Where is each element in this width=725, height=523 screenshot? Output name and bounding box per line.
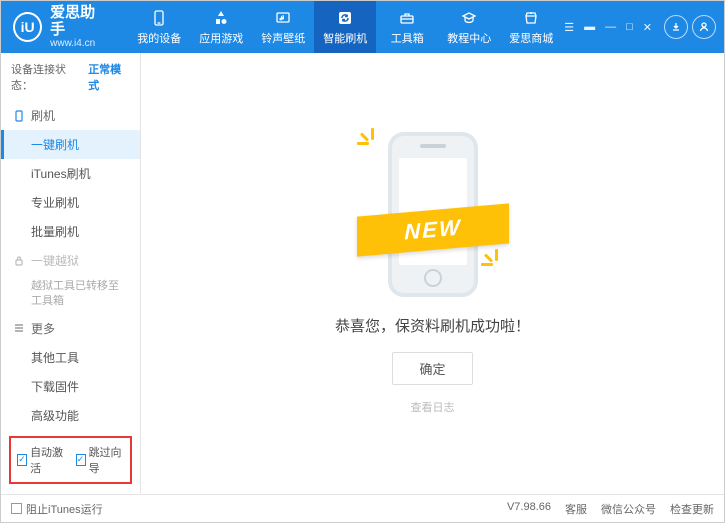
view-log-link[interactable]: 查看日志 bbox=[411, 399, 455, 415]
success-message: 恭喜您，保资料刷机成功啦！ bbox=[335, 315, 530, 336]
wechat-link[interactable]: 微信公众号 bbox=[601, 501, 656, 517]
checkbox-auto-activate[interactable]: ✓自动激活 bbox=[17, 444, 66, 476]
window-controls: ☰ ▬ — □ ✕ bbox=[562, 19, 654, 36]
section-flash[interactable]: 刷机 bbox=[1, 101, 140, 130]
logo-icon: iU bbox=[13, 12, 42, 42]
jailbreak-note: 越狱工具已转移至工具箱 bbox=[1, 275, 140, 314]
close-icon[interactable]: ✕ bbox=[641, 19, 654, 36]
list-icon bbox=[13, 322, 25, 334]
connection-status-row: 设备连接状态： 正常模式 bbox=[1, 53, 140, 101]
support-link[interactable]: 客服 bbox=[565, 501, 587, 517]
brand: 爱思助手 www.i4.cn bbox=[50, 5, 108, 49]
minimize-icon[interactable]: — bbox=[603, 19, 618, 36]
section-label: 更多 bbox=[31, 320, 55, 337]
conn-label: 设备连接状态： bbox=[11, 61, 84, 93]
nav-flash[interactable]: 智能刷机 bbox=[314, 1, 376, 53]
nav-label: 工具箱 bbox=[391, 30, 424, 46]
body: 设备连接状态： 正常模式 刷机 一键刷机 iTunes刷机 专业刷机 批量刷机 … bbox=[1, 53, 724, 494]
version-label: V7.98.66 bbox=[507, 501, 551, 517]
checkbox-skip-wizard[interactable]: ✓跳过向导 bbox=[76, 444, 125, 476]
nav-apps[interactable]: 应用游戏 bbox=[190, 1, 252, 53]
store-icon bbox=[522, 9, 540, 27]
refresh-icon bbox=[336, 9, 354, 27]
cb-label: 自动激活 bbox=[30, 444, 65, 476]
sidebar-item-itunes[interactable]: iTunes刷机 bbox=[1, 159, 140, 188]
nav-tutorial[interactable]: 教程中心 bbox=[438, 1, 500, 53]
sidebar-item-other[interactable]: 其他工具 bbox=[1, 343, 140, 372]
conn-status: 正常模式 bbox=[88, 61, 130, 93]
section-jailbreak[interactable]: 一键越狱 bbox=[1, 246, 140, 275]
brand-url: www.i4.cn bbox=[50, 38, 108, 49]
nav-toolbox[interactable]: 工具箱 bbox=[376, 1, 438, 53]
main-content: NEW 恭喜您，保资料刷机成功啦！ 确定 查看日志 bbox=[141, 53, 724, 494]
options-highlight: ✓自动激活 ✓跳过向导 bbox=[9, 436, 132, 484]
apps-icon bbox=[212, 9, 230, 27]
maximize-icon[interactable]: □ bbox=[624, 19, 635, 36]
sidebar-item-pro[interactable]: 专业刷机 bbox=[1, 188, 140, 217]
nav-label: 应用游戏 bbox=[199, 30, 243, 46]
top-nav: 我的设备 应用游戏 铃声壁纸 智能刷机 工具箱 教程中心 爱思商城 bbox=[128, 1, 562, 53]
checkbox-icon bbox=[11, 503, 22, 514]
sidebar-item-oneclick[interactable]: 一键刷机 bbox=[1, 130, 140, 159]
graduation-icon bbox=[460, 9, 478, 27]
sidebar: 设备连接状态： 正常模式 刷机 一键刷机 iTunes刷机 专业刷机 批量刷机 … bbox=[1, 53, 141, 494]
titlebar: iU 爱思助手 www.i4.cn 我的设备 应用游戏 铃声壁纸 智能刷机 工具… bbox=[1, 1, 724, 53]
nav-label: 教程中心 bbox=[447, 30, 491, 46]
cb-label: 跳过向导 bbox=[89, 444, 124, 476]
phone-icon bbox=[150, 9, 168, 27]
sparkle-icon bbox=[481, 249, 511, 279]
nav-label: 爱思商城 bbox=[509, 30, 553, 46]
checkbox-block-itunes[interactable]: 阻止iTunes运行 bbox=[11, 501, 103, 517]
brand-name: 爱思助手 bbox=[50, 5, 108, 38]
music-icon bbox=[274, 9, 292, 27]
nav-my-device[interactable]: 我的设备 bbox=[128, 1, 190, 53]
nav-label: 我的设备 bbox=[137, 30, 181, 46]
section-label: 刷机 bbox=[31, 107, 55, 124]
download-button[interactable] bbox=[664, 15, 688, 39]
sidebar-item-download[interactable]: 下载固件 bbox=[1, 372, 140, 401]
toolbox-icon bbox=[398, 9, 416, 27]
app-window: iU 爱思助手 www.i4.cn 我的设备 应用游戏 铃声壁纸 智能刷机 工具… bbox=[0, 0, 725, 523]
statusbar: 阻止iTunes运行 V7.98.66 客服 微信公众号 检查更新 bbox=[1, 494, 724, 522]
nav-store[interactable]: 爱思商城 bbox=[500, 1, 562, 53]
sidebar-item-advanced[interactable]: 高级功能 bbox=[1, 401, 140, 430]
nav-label: 铃声壁纸 bbox=[261, 30, 305, 46]
statusbar-right: V7.98.66 客服 微信公众号 检查更新 bbox=[507, 501, 714, 517]
sparkle-icon bbox=[357, 128, 387, 158]
menu-icon[interactable]: ☰ bbox=[562, 19, 576, 36]
nav-label: 智能刷机 bbox=[323, 30, 367, 46]
titlebar-right: ☰ ▬ — □ ✕ bbox=[562, 15, 724, 39]
sb-label: 阻止iTunes运行 bbox=[26, 501, 103, 517]
success-illustration: NEW bbox=[363, 132, 503, 297]
phone-small-icon bbox=[13, 110, 25, 122]
update-link[interactable]: 检查更新 bbox=[670, 501, 714, 517]
nav-ringtone[interactable]: 铃声壁纸 bbox=[252, 1, 314, 53]
ok-button[interactable]: 确定 bbox=[392, 352, 472, 385]
section-label: 一键越狱 bbox=[31, 252, 79, 269]
lock-icon[interactable]: ▬ bbox=[582, 19, 597, 36]
lock-small-icon bbox=[13, 255, 25, 267]
section-more[interactable]: 更多 bbox=[1, 314, 140, 343]
sidebar-item-batch[interactable]: 批量刷机 bbox=[1, 217, 140, 246]
user-button[interactable] bbox=[692, 15, 716, 39]
